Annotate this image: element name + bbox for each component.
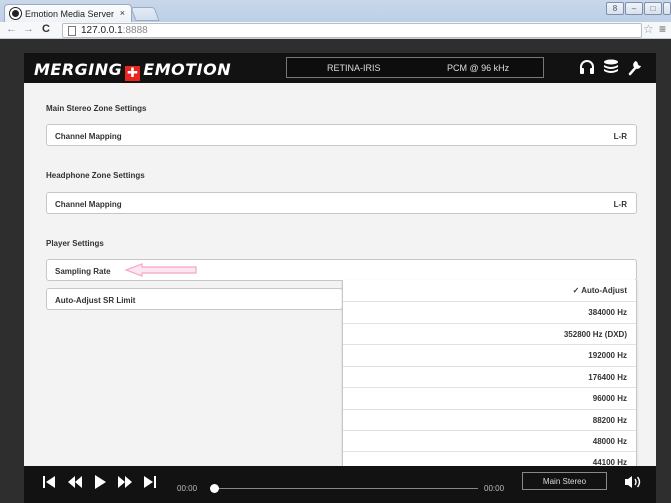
annotation-arrow-left-icon xyxy=(124,263,197,277)
browser-menu-icon[interactable]: ≡ xyxy=(659,22,666,36)
dropdown-option[interactable]: 192000 Hz xyxy=(343,344,636,365)
main-stereo-mapping-label: Channel Mapping xyxy=(55,132,122,141)
dropdown-option[interactable]: 88200 Hz xyxy=(343,409,636,430)
minimize-button[interactable]: ‒ xyxy=(625,2,643,15)
url-host: 127.0.0.1 xyxy=(81,25,123,36)
time-elapsed: 00:00 xyxy=(177,484,198,493)
browser-tabstrip: Emotion Media Server × 8 ‒ □ xyxy=(0,0,671,22)
emotion-favicon-icon xyxy=(10,8,21,19)
new-tab-button[interactable] xyxy=(130,7,160,21)
rewind-icon[interactable] xyxy=(67,475,83,489)
seek-handle[interactable] xyxy=(210,484,219,493)
dropdown-option[interactable]: 48000 Hz xyxy=(343,430,636,451)
seek-track[interactable] xyxy=(213,488,478,489)
sampling-rate-label: Sampling Rate xyxy=(55,267,111,276)
url-port: :8888 xyxy=(122,25,148,36)
player-settings-title: Player Settings xyxy=(46,239,104,248)
dropdown-option[interactable]: ✓ Auto-Adjust xyxy=(343,280,636,301)
transport-bar: 00:00 00:00 Main Stereo xyxy=(24,466,656,503)
wrench-icon[interactable] xyxy=(626,58,644,76)
browser-toolbar: ← → C 127.0.0.1:8888 ☆ ≡ xyxy=(0,22,671,39)
maximize-button[interactable]: □ xyxy=(644,2,662,15)
browser-tab[interactable]: Emotion Media Server × xyxy=(4,4,132,22)
address-bar[interactable]: 127.0.0.1:8888 xyxy=(62,23,642,38)
bookmark-star-icon[interactable]: ☆ xyxy=(643,22,654,36)
app-frame: MERGING ✚ EMOTION RETINA-IRIS PCM @ 96 kHz xyxy=(0,39,671,503)
database-icon[interactable] xyxy=(602,58,620,76)
volume-icon[interactable] xyxy=(624,475,642,489)
dropdown-option[interactable]: 176400 Hz xyxy=(343,366,636,387)
headphone-title: Headphone Zone Settings xyxy=(46,171,145,180)
tab-close-icon[interactable]: × xyxy=(120,8,125,18)
auto-adjust-sr-limit-row[interactable]: Auto-Adjust SR Limit xyxy=(46,288,343,310)
app-header: MERGING ✚ EMOTION RETINA-IRIS PCM @ 96 kHz xyxy=(24,53,656,83)
user-icon[interactable]: 8 xyxy=(606,2,624,15)
merging-emotion-logo: MERGING ✚ EMOTION xyxy=(34,60,232,81)
zone-select[interactable]: Main Stereo xyxy=(522,472,607,490)
main-stereo-mapping-value: L-R xyxy=(613,132,627,141)
sampling-rate-dropdown: ✓ Auto-Adjust 384000 Hz 352800 Hz (DXD) … xyxy=(342,280,637,473)
dropdown-option[interactable]: 352800 Hz (DXD) xyxy=(343,323,636,344)
logo-cross-icon: ✚ xyxy=(125,66,141,81)
fast-forward-icon[interactable] xyxy=(117,475,133,489)
main-stereo-channel-mapping[interactable]: Channel Mapping L-R xyxy=(46,124,637,146)
dropdown-option[interactable]: 384000 Hz xyxy=(343,301,636,322)
headphones-icon[interactable] xyxy=(578,58,596,76)
audio-format: PCM @ 96 kHz xyxy=(447,63,510,73)
page-icon xyxy=(68,26,76,36)
close-window-button[interactable] xyxy=(663,2,671,15)
back-icon[interactable]: ← xyxy=(6,23,17,35)
auto-adjust-sr-limit-label: Auto-Adjust SR Limit xyxy=(55,296,136,305)
status-box: RETINA-IRIS PCM @ 96 kHz xyxy=(286,57,544,78)
device-name: RETINA-IRIS xyxy=(327,63,381,73)
forward-icon[interactable]: → xyxy=(23,23,34,35)
headphone-mapping-value: L-R xyxy=(613,200,627,209)
play-icon[interactable] xyxy=(94,475,106,489)
headphone-mapping-label: Channel Mapping xyxy=(55,200,122,209)
emotion-app: MERGING ✚ EMOTION RETINA-IRIS PCM @ 96 kHz xyxy=(24,53,656,503)
dropdown-option[interactable]: 96000 Hz xyxy=(343,387,636,408)
headphone-channel-mapping[interactable]: Channel Mapping L-R xyxy=(46,192,637,214)
tab-title: Emotion Media Server xyxy=(25,9,115,19)
main-stereo-title: Main Stereo Zone Settings xyxy=(46,104,147,113)
reload-icon[interactable]: C xyxy=(42,23,50,35)
skip-last-icon[interactable] xyxy=(143,475,157,489)
skip-first-icon[interactable] xyxy=(42,475,56,489)
time-total: 00:00 xyxy=(484,484,505,493)
